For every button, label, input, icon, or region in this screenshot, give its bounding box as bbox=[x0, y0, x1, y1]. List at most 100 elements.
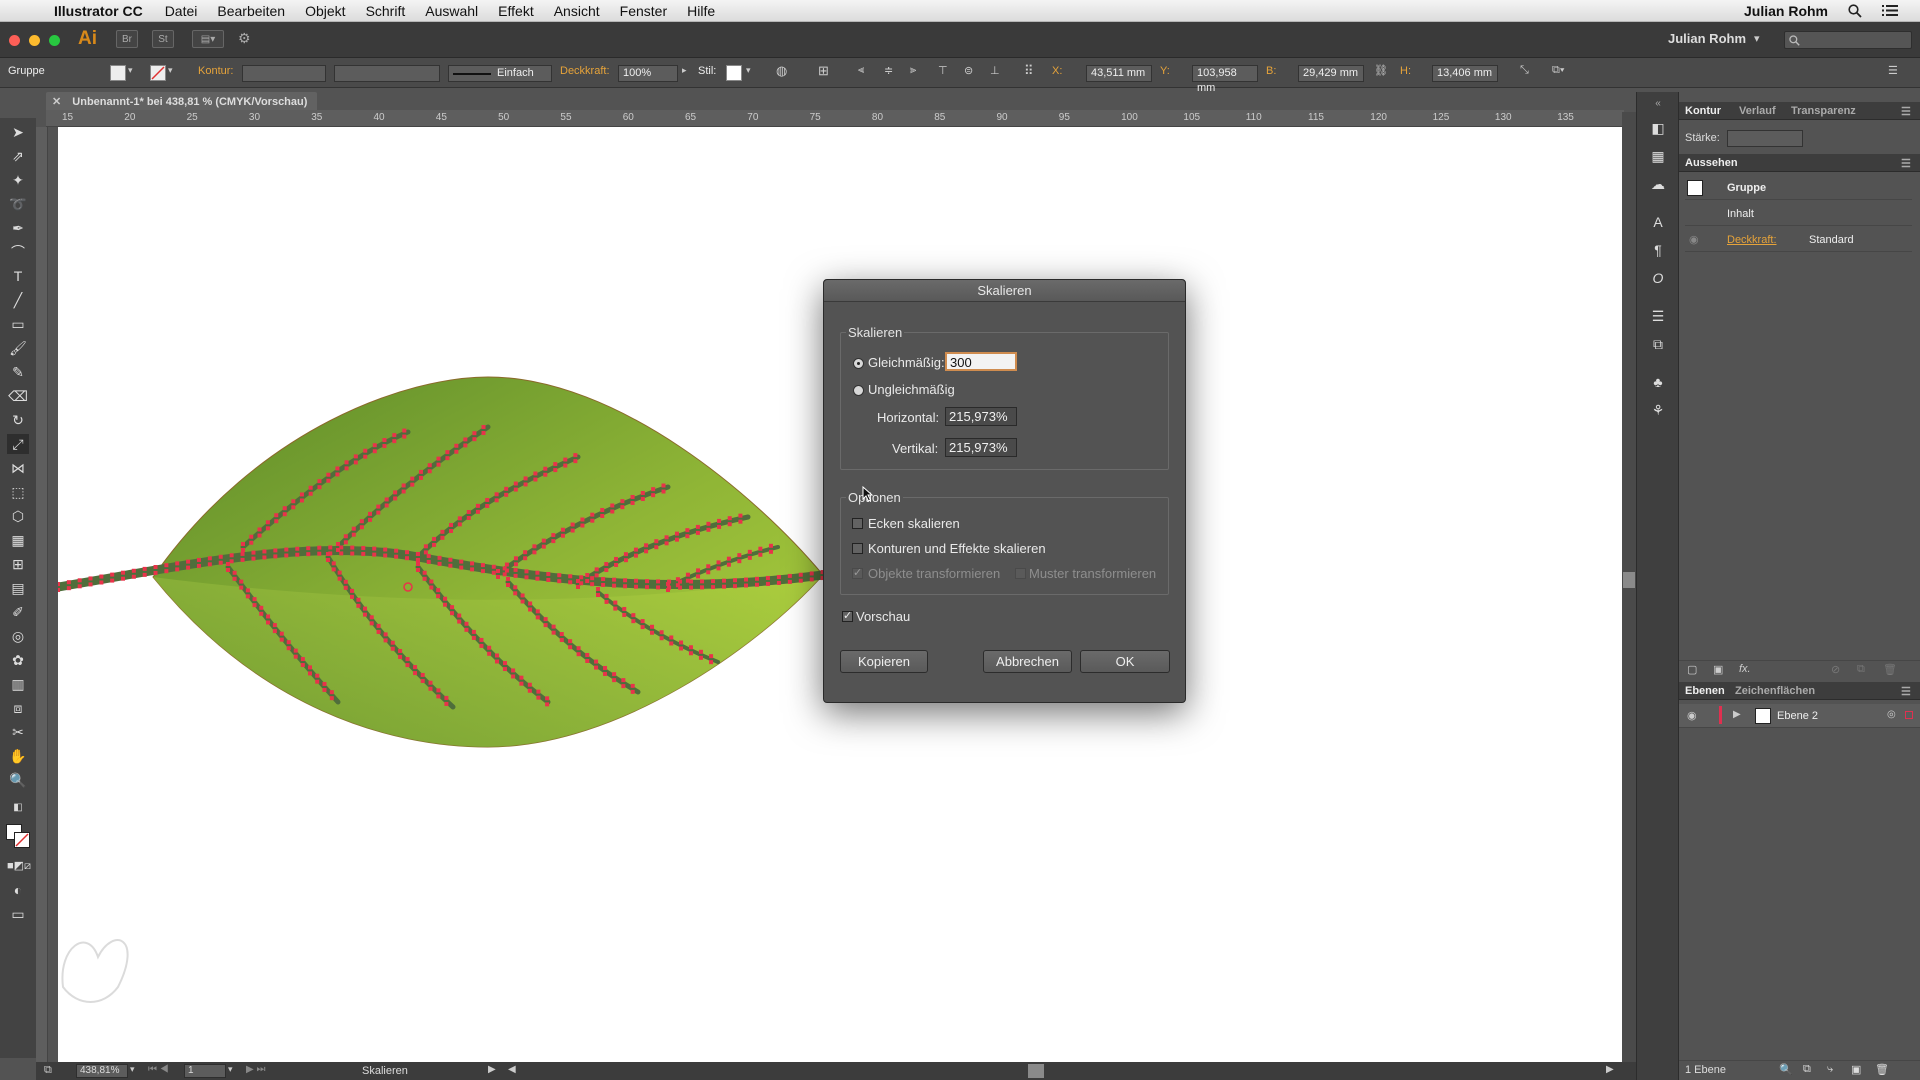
anchor-point[interactable] bbox=[513, 562, 518, 567]
anchor-point[interactable] bbox=[361, 545, 366, 550]
anchor-point[interactable] bbox=[551, 539, 556, 544]
anchor-point[interactable] bbox=[590, 512, 595, 517]
anchor-point[interactable] bbox=[560, 533, 565, 538]
anchor-point[interactable] bbox=[121, 570, 126, 575]
anchor-point[interactable] bbox=[356, 603, 361, 608]
anchor-point[interactable] bbox=[459, 565, 464, 570]
anchor-point[interactable] bbox=[600, 507, 605, 512]
artboard-dropdown-icon[interactable]: ▾ bbox=[228, 1064, 233, 1075]
character-icon[interactable]: A bbox=[1647, 212, 1669, 232]
anchor-point[interactable] bbox=[523, 550, 528, 555]
curvature-tool-icon[interactable]: ⌒ bbox=[7, 242, 29, 262]
anchor-point[interactable] bbox=[559, 632, 564, 637]
anchor-point[interactable] bbox=[738, 513, 743, 518]
anchor-point[interactable] bbox=[331, 561, 336, 566]
duplicate-item-icon[interactable]: ⧉ bbox=[1857, 663, 1865, 676]
anchor-point[interactable] bbox=[428, 680, 433, 685]
anchor-point[interactable] bbox=[274, 513, 279, 518]
anchor-point[interactable] bbox=[504, 562, 509, 567]
stock-button[interactable]: St bbox=[152, 30, 174, 48]
anchor-point[interactable] bbox=[527, 682, 532, 687]
add-fill-icon[interactable]: ▣ bbox=[1713, 663, 1723, 676]
window-close-icon[interactable] bbox=[9, 35, 20, 46]
anchor-point[interactable] bbox=[623, 558, 628, 563]
anchor-point[interactable] bbox=[485, 503, 490, 508]
anchor-point[interactable] bbox=[754, 582, 759, 587]
layer-expand-triangle-icon[interactable]: ▶ bbox=[1733, 709, 1741, 720]
anchor-point[interactable] bbox=[99, 574, 104, 579]
anchor-point[interactable] bbox=[362, 612, 367, 617]
x-label[interactable]: X: bbox=[1052, 65, 1062, 77]
anchor-point[interactable] bbox=[590, 582, 595, 587]
anchor-point[interactable] bbox=[601, 576, 606, 581]
clear-appearance-icon[interactable]: ⊘ bbox=[1831, 663, 1840, 676]
brushes-icon[interactable]: ☁ bbox=[1647, 174, 1669, 194]
anchor-point[interactable] bbox=[533, 471, 538, 476]
anchor-point[interactable] bbox=[696, 568, 701, 573]
tab-aussehen[interactable]: Aussehen bbox=[1685, 157, 1738, 169]
anchor-point[interactable] bbox=[603, 665, 608, 670]
anchor-point[interactable] bbox=[317, 479, 322, 484]
anchor-point[interactable] bbox=[480, 569, 485, 574]
anchor-point[interactable] bbox=[585, 658, 590, 663]
anchor-point[interactable] bbox=[58, 582, 60, 586]
anchor-point[interactable] bbox=[402, 428, 407, 433]
shaper-tool-icon[interactable]: ✎ bbox=[7, 362, 29, 382]
scale-strokes-label[interactable]: Konturen und Effekte skalieren bbox=[868, 541, 1046, 556]
anchor-point[interactable] bbox=[372, 546, 377, 551]
clipping-mask-icon[interactable]: ⧉ bbox=[1803, 1063, 1811, 1076]
anchor-point[interactable] bbox=[747, 549, 752, 554]
anchor-point[interactable] bbox=[471, 629, 476, 634]
document-tab[interactable]: ✕ Unbenannt-1* bei 438,81 % (CMYK/Vorsch… bbox=[46, 92, 318, 112]
anchor-point[interactable] bbox=[262, 555, 267, 560]
anchor-point[interactable] bbox=[727, 516, 732, 521]
align-left-icon[interactable]: ⫷ bbox=[858, 64, 864, 77]
anchor-point[interactable] bbox=[437, 555, 442, 560]
anchor-point[interactable] bbox=[66, 580, 71, 585]
locate-object-icon[interactable]: 🔍 bbox=[1779, 1063, 1793, 1076]
anchor-point[interactable] bbox=[546, 577, 551, 582]
artboard-tool-icon[interactable]: ⧈ bbox=[7, 698, 29, 718]
new-layer-icon[interactable]: ▣ bbox=[1851, 1063, 1861, 1076]
anchor-point[interactable] bbox=[426, 553, 431, 558]
anchor-point[interactable] bbox=[620, 499, 625, 504]
anchor-point[interactable] bbox=[664, 535, 669, 540]
anchor-point[interactable] bbox=[513, 487, 518, 492]
anchor-point[interactable] bbox=[58, 588, 60, 592]
anchor-point[interactable] bbox=[612, 672, 617, 677]
anchor-point[interactable] bbox=[329, 696, 334, 701]
anchor-point[interactable] bbox=[164, 569, 169, 574]
anchor-point[interactable] bbox=[376, 510, 381, 515]
anchor-point[interactable] bbox=[326, 558, 330, 562]
anchor-point[interactable] bbox=[336, 542, 340, 546]
anchor-point[interactable] bbox=[252, 603, 257, 608]
anchor-point[interactable] bbox=[279, 631, 284, 636]
cancel-button[interactable]: Abbrechen bbox=[983, 650, 1072, 673]
type-tool-icon[interactable]: T bbox=[7, 266, 29, 286]
anchor-point[interactable] bbox=[614, 556, 619, 561]
anchor-point[interactable] bbox=[449, 528, 454, 533]
workspace-switcher[interactable]: Julian Rohm bbox=[1668, 31, 1746, 46]
anchor-point[interactable] bbox=[631, 619, 636, 624]
anchor-point[interactable] bbox=[496, 569, 500, 573]
anchor-point[interactable] bbox=[585, 579, 590, 584]
anchor-point[interactable] bbox=[368, 511, 373, 516]
fill-swatch[interactable] bbox=[110, 65, 126, 81]
anchor-point[interactable] bbox=[487, 645, 492, 650]
layer-target-icon[interactable]: ◎ bbox=[1887, 709, 1896, 720]
close-document-icon[interactable]: ✕ bbox=[52, 96, 61, 108]
anchor-point[interactable] bbox=[308, 485, 313, 490]
anchor-point[interactable] bbox=[546, 571, 551, 576]
anchor-point[interactable] bbox=[733, 584, 738, 589]
anchor-point[interactable] bbox=[353, 454, 358, 459]
anchor-point[interactable] bbox=[229, 559, 234, 564]
anchor-point[interactable] bbox=[743, 577, 748, 582]
anchor-point[interactable] bbox=[262, 549, 267, 554]
anchor-point[interactable] bbox=[700, 579, 705, 584]
anchor-point[interactable] bbox=[654, 545, 659, 550]
anchor-point[interactable] bbox=[520, 593, 525, 598]
anchor-point[interactable] bbox=[422, 576, 427, 581]
anchor-point[interactable] bbox=[754, 576, 759, 581]
anchor-point[interactable] bbox=[445, 456, 450, 461]
libraries-icon[interactable]: ⚘ bbox=[1647, 400, 1669, 420]
